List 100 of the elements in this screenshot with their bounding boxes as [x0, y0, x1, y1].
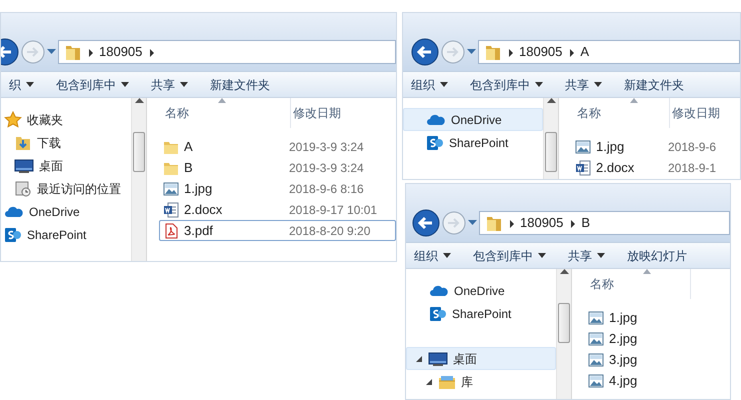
toolbar-button[interactable]: 放映幻灯片 [627, 246, 687, 264]
caret-icon [121, 82, 129, 87]
toolbar-button[interactable]: 共享 [568, 246, 605, 264]
breadcrumb-item[interactable]: 180905 [519, 42, 562, 62]
scrollbar[interactable] [131, 98, 147, 261]
expanded-arrow-icon[interactable] [425, 378, 433, 386]
sharepoint-icon [4, 226, 22, 244]
file-row[interactable]: B 2019-3-9 3:24 [159, 157, 396, 178]
file-row[interactable]: 3.jpg [584, 349, 730, 370]
column-header[interactable]: 名称 [575, 98, 670, 128]
caret-icon [440, 82, 448, 87]
image-file-icon [588, 352, 604, 368]
sort-arrow-icon [643, 269, 651, 274]
toolbar-button[interactable]: 包含到库中 [56, 76, 129, 94]
file-row[interactable]: 1.jpg [584, 307, 730, 328]
toolbar-button[interactable]: 包含到库中 [470, 76, 543, 94]
caret-icon [26, 82, 34, 87]
file-name: 3.pdf [184, 222, 213, 240]
file-row[interactable]: 2.docx 2018-9-1 [571, 157, 740, 178]
nav-item[interactable]: SharePoint [406, 302, 556, 325]
column-header[interactable]: 名称 [588, 269, 691, 299]
file-name: B [184, 158, 193, 177]
modified-date: 2018-9-6 8:16 [289, 180, 364, 198]
file-name: 2.docx [596, 158, 634, 177]
dropdown-caret-icon[interactable] [467, 49, 476, 55]
scrollbar-thumb[interactable] [133, 132, 145, 172]
dropdown-caret-icon[interactable] [468, 220, 477, 226]
pdf-file-icon [163, 222, 179, 238]
nav-item[interactable]: 桌面 [1, 154, 131, 177]
word-document-icon [163, 202, 179, 218]
sharepoint-icon [426, 134, 444, 152]
file-row[interactable]: A 2019-3-9 3:24 [159, 136, 396, 157]
star-icon [4, 110, 22, 128]
nav-item[interactable]: OneDrive [1, 200, 131, 223]
breadcrumb-arrow-icon[interactable] [569, 218, 576, 228]
sharepoint-icon [429, 304, 447, 322]
modified-date: 2018-9-1 [668, 160, 716, 176]
modified-date: 2018-8-20 9:20 [289, 222, 370, 240]
file-row[interactable]: 1.jpg 2018-9-6 [571, 136, 740, 157]
sort-arrow-icon [218, 98, 226, 103]
breadcrumb-arrow-icon[interactable] [508, 218, 514, 228]
nav-item[interactable]: 最近访问的位置 [1, 177, 131, 200]
breadcrumb-arrow-icon[interactable] [568, 48, 574, 56]
nav-item[interactable]: SharePoint [403, 131, 543, 154]
file-row[interactable]: 2.docx 2018-9-17 10:01 [159, 199, 396, 220]
caret-icon [594, 82, 602, 87]
file-row[interactable]: 3.pdf 2018-8-20 9:20 [159, 220, 396, 241]
toolbar-button[interactable]: 组织 [414, 246, 451, 264]
file-row[interactable]: 1.jpg 2018-9-6 8:16 [159, 178, 396, 199]
column-header[interactable]: 名称 [163, 98, 291, 128]
folder-icon [65, 43, 81, 61]
address-bar[interactable]: 180905 [58, 40, 396, 64]
toolbar-button[interactable]: 织 [9, 76, 34, 94]
breadcrumb-item[interactable]: A [580, 42, 590, 62]
nav-item[interactable]: 桌面 [406, 347, 556, 370]
breadcrumb-arrow-icon[interactable] [87, 48, 93, 56]
caret-icon [538, 253, 546, 258]
scrollbar[interactable] [543, 98, 559, 179]
caret-icon [180, 82, 188, 87]
file-name: 4.jpg [609, 372, 638, 390]
column-header[interactable]: 修改日期 [291, 98, 341, 128]
breadcrumb-arrow-icon[interactable] [148, 48, 154, 56]
scrollbar-thumb[interactable] [558, 303, 570, 343]
breadcrumb-arrow-icon[interactable] [507, 48, 513, 56]
recent-places-icon [14, 180, 32, 198]
file-row[interactable]: 2.jpg [584, 328, 730, 349]
nav-item[interactable]: OneDrive [406, 279, 556, 302]
expanded-arrow-icon[interactable] [415, 354, 423, 362]
cloud-icon [4, 204, 24, 218]
caret-icon [535, 82, 543, 87]
breadcrumb-item[interactable]: 180905 [520, 213, 564, 233]
file-name: 3.jpg [609, 350, 638, 369]
desktop-icon [14, 158, 34, 174]
nav-item[interactable]: OneDrive [403, 108, 543, 131]
modified-date: 2018-9-6 [668, 138, 716, 156]
word-document-icon [575, 160, 591, 176]
address-bar[interactable]: 180905 B [479, 211, 730, 235]
toolbar-button[interactable]: 共享 [151, 76, 188, 94]
toolbar-button[interactable]: 包含到库中 [473, 246, 546, 264]
back-button[interactable] [411, 38, 439, 66]
scrollbar[interactable] [556, 269, 572, 399]
dropdown-caret-icon[interactable] [47, 49, 56, 55]
back-button[interactable] [412, 209, 440, 237]
breadcrumb-item[interactable]: 180905 [99, 42, 142, 62]
toolbar-button[interactable]: 共享 [565, 76, 602, 94]
folder-icon [486, 214, 502, 232]
column-header[interactable]: 修改日期 [670, 98, 720, 128]
scrollbar-thumb[interactable] [545, 132, 557, 172]
nav-item[interactable]: SharePoint [1, 223, 131, 246]
nav-item[interactable]: 收藏夹 [1, 108, 131, 131]
nav-item[interactable]: 库 [406, 370, 556, 393]
file-name: 2.jpg [609, 330, 638, 348]
toolbar-button[interactable]: 组织 [411, 76, 448, 94]
file-row[interactable]: 4.jpg [584, 370, 730, 391]
breadcrumb-item[interactable]: B [581, 213, 590, 233]
nav-item[interactable]: 下载 [1, 131, 131, 154]
toolbar-button[interactable]: 新建文件夹 [624, 76, 684, 94]
address-bar[interactable]: 180905 A [478, 40, 740, 64]
library-icon [438, 374, 456, 390]
toolbar-button[interactable]: 新建文件夹 [210, 76, 270, 94]
